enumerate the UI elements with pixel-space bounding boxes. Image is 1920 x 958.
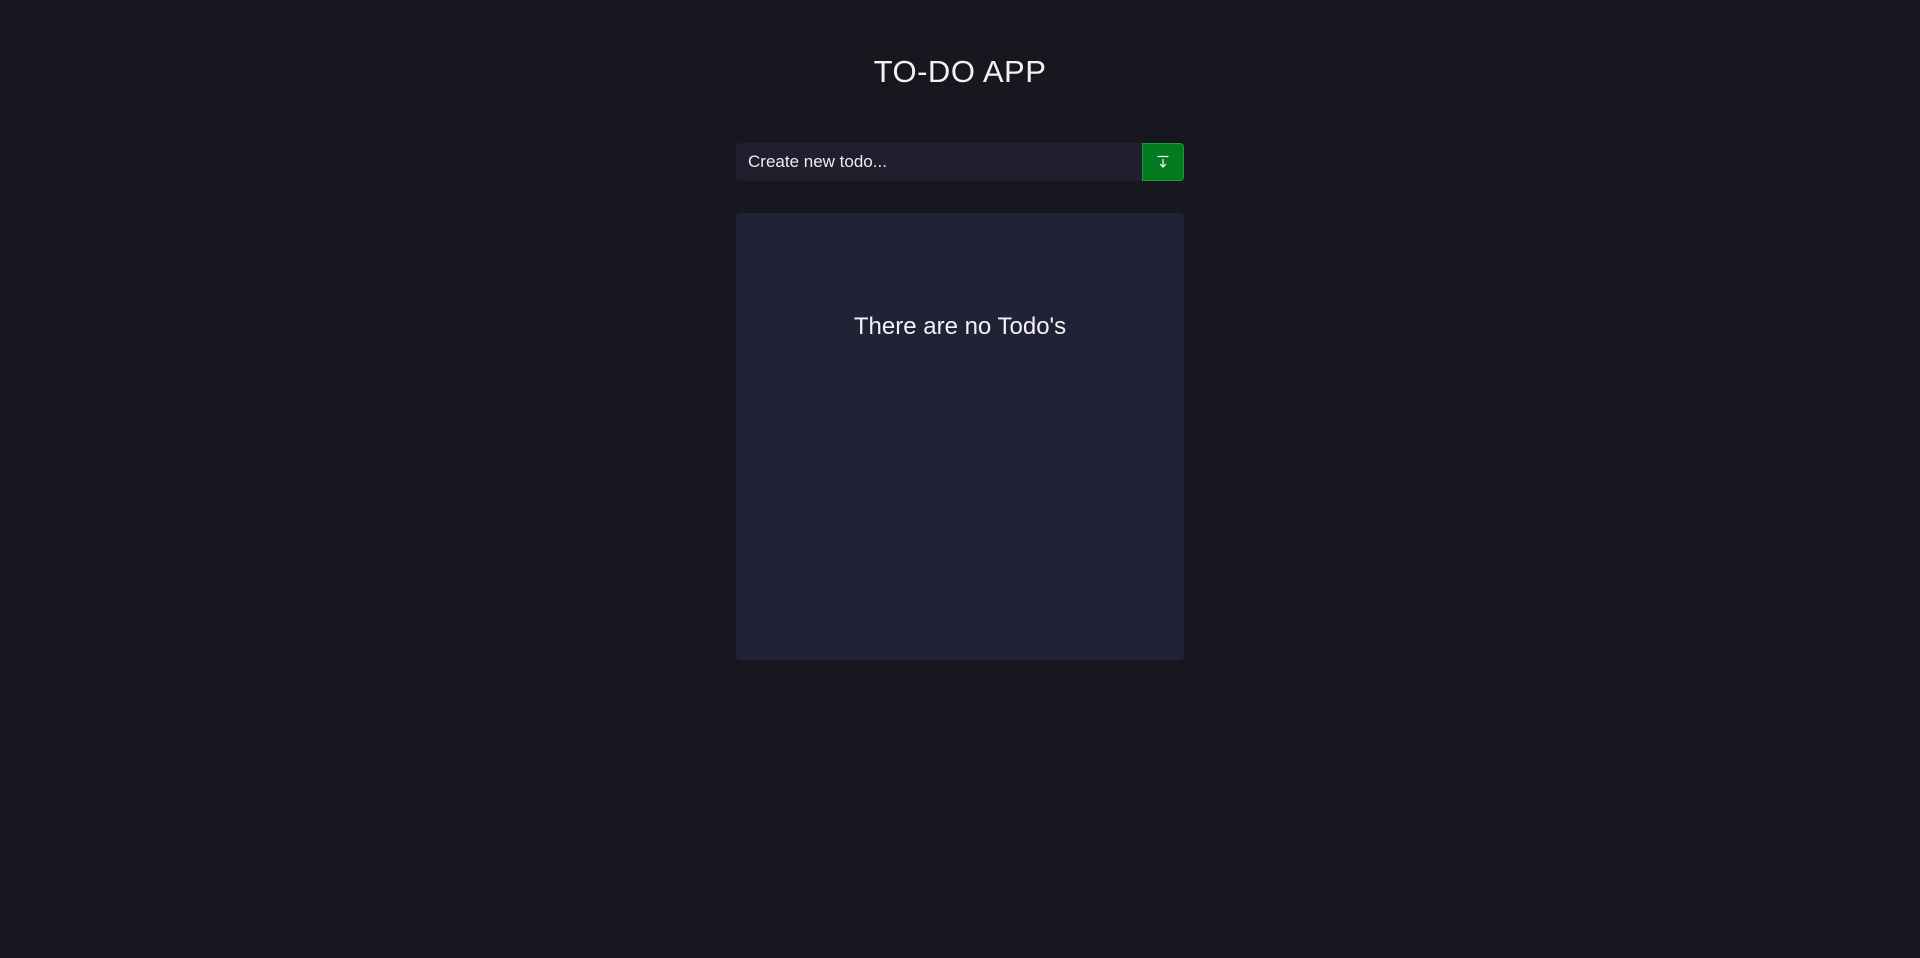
page-title: TO-DO APP	[873, 54, 1047, 89]
todo-app: TO-DO APP There are no Todo's	[0, 0, 1920, 958]
todo-list-panel: There are no Todo's	[736, 213, 1184, 660]
download-arrow-icon	[1157, 155, 1169, 168]
add-todo-button[interactable]	[1142, 143, 1184, 181]
empty-state-message: There are no Todo's	[853, 313, 1067, 340]
new-todo-input[interactable]	[736, 143, 1142, 181]
new-todo-form	[736, 143, 1184, 181]
